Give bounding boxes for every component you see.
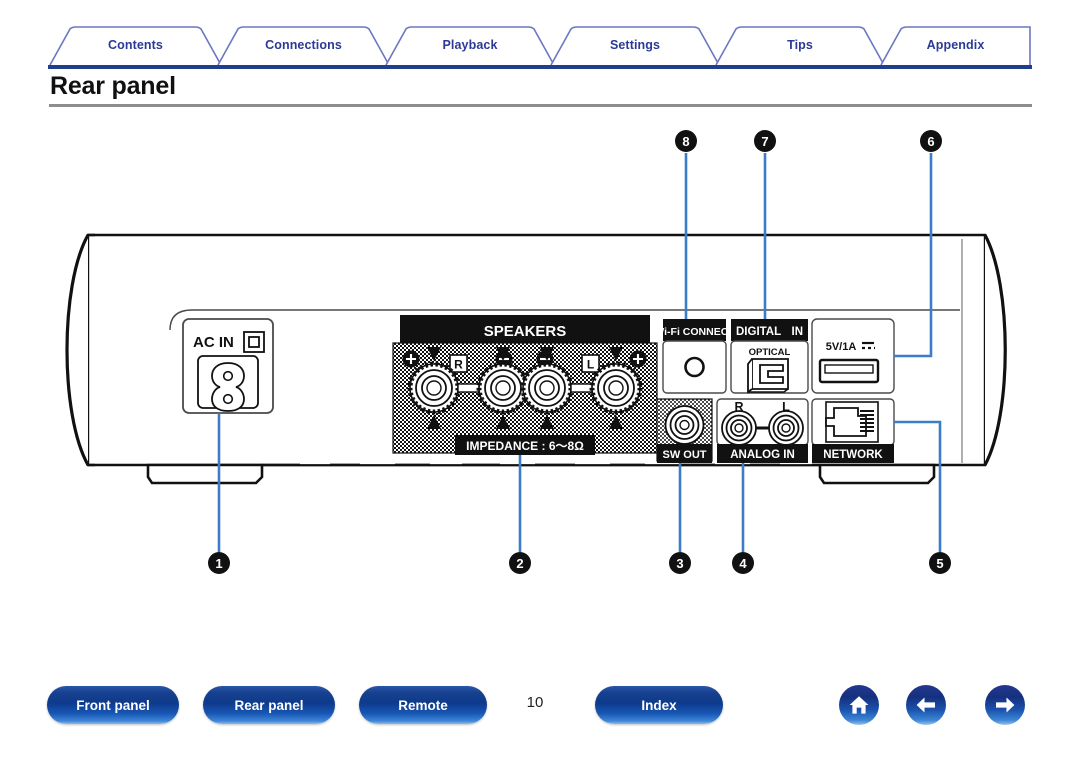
remote-button-label: Remote: [398, 697, 448, 713]
tab-tips[interactable]: Tips: [714, 26, 886, 66]
ac-in-connector: AC IN: [182, 318, 274, 414]
rear-panel-button-label: Rear panel: [234, 697, 304, 713]
speakers-terminal-block: SPEAKERS R L IMPEDANCE: 6～8Ω: [392, 315, 658, 455]
optical-jack-icon: [747, 358, 789, 394]
wifi-connect-button-icon: [684, 356, 705, 378]
tab-appendix[interactable]: Appendix: [879, 26, 1032, 66]
usb-port-block: 5V/1A: [811, 318, 895, 394]
manual-page: Contents Connections Playback Settings T…: [0, 0, 1080, 761]
tab-label: Settings: [609, 37, 661, 52]
tab-playback[interactable]: Playback: [384, 26, 556, 66]
title-divider: [49, 104, 1032, 107]
wifi-connect-label: Wi-Fi CONNECT: [654, 326, 735, 338]
front-panel-button[interactable]: Front panel: [47, 686, 179, 724]
home-button[interactable]: [839, 685, 879, 725]
index-button[interactable]: Index: [595, 686, 723, 724]
forward-button[interactable]: [985, 685, 1025, 725]
network-block: NETWORK: [811, 398, 895, 463]
tab-label: Tips: [787, 37, 813, 52]
tab-contents[interactable]: Contents: [48, 26, 223, 66]
front-panel-button-label: Front panel: [76, 697, 150, 713]
tab-underline-rule: [48, 65, 1032, 69]
page-number: 10: [526, 694, 544, 711]
tab-label: Contents: [108, 37, 163, 52]
index-button-label: Index: [641, 697, 677, 713]
rear-panel-button[interactable]: Rear panel: [203, 686, 335, 724]
digital-in-label-in: IN: [792, 326, 804, 338]
usb-power-label: 5V/1A: [826, 341, 857, 353]
page-title: Rear panel: [50, 72, 176, 100]
footer-navigation: Front panel Rear panel Remote 10 Index: [0, 685, 1080, 742]
back-icon: [916, 697, 935, 713]
tab-label: Appendix: [926, 37, 985, 52]
analog-in-label: ANALOG IN: [730, 449, 795, 461]
tab-label: Connections: [265, 37, 342, 52]
section-tabs: Contents Connections Playback Settings T…: [48, 26, 1032, 66]
optical-label: OPTICAL: [749, 347, 791, 358]
tab-connections[interactable]: Connections: [216, 26, 391, 66]
home-icon: [849, 696, 869, 714]
digital-in-label: DIGITAL: [736, 326, 781, 338]
analog-in-block: R L ANALOG IN: [716, 398, 809, 463]
tab-settings[interactable]: Settings: [549, 26, 721, 66]
speaker-right-label: R: [454, 358, 463, 372]
speakers-title: SPEAKERS: [484, 323, 567, 340]
sw-out-label: SW OUT: [663, 449, 707, 461]
digital-in-block: DIGITAL IN OPTICAL: [730, 319, 809, 394]
forward-icon: [996, 697, 1015, 713]
ac-in-label: AC IN: [193, 334, 234, 351]
wifi-connect-block: Wi-Fi CONNECT: [654, 319, 735, 394]
sw-out-block: SW OUT: [656, 398, 713, 463]
rear-panel-illustration: AC IN SPEAKERS R L IMPEDANCE: 6～8Ω Wi-F…: [0, 115, 1080, 585]
impedance-label: IMPEDANCE : 6～8Ω: [466, 439, 584, 453]
remote-button[interactable]: Remote: [359, 686, 487, 724]
rj45-jack-icon: [825, 401, 879, 443]
sw-out-rca-jack-icon: [664, 405, 705, 445]
back-button[interactable]: [906, 685, 946, 725]
speaker-left-label: L: [587, 358, 594, 372]
network-label: NETWORK: [823, 449, 883, 461]
tab-label: Playback: [442, 37, 498, 52]
